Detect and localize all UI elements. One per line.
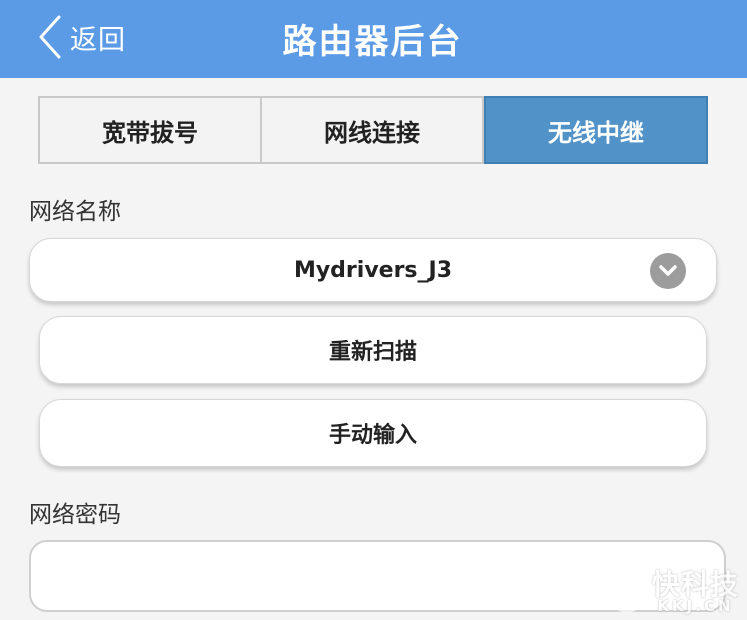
- network-name-select[interactable]: Mydrivers_J3: [29, 238, 717, 302]
- tab-broadband-dialup[interactable]: 宽带拔号: [40, 98, 262, 162]
- watermark-cn: 快科技: [651, 568, 739, 601]
- network-name-label: 网络名称: [29, 199, 121, 225]
- page-title: 路由器后台: [282, 22, 463, 62]
- rescan-button[interactable]: 重新扫描: [39, 316, 707, 384]
- manual-input-button[interactable]: 手动输入: [39, 399, 707, 467]
- tab-wireless-repeater[interactable]: 无线中继: [484, 96, 708, 164]
- watermark: 快科技 KKJ.CN: [606, 571, 739, 614]
- network-name-value: Mydrivers_J3: [293, 257, 453, 283]
- chevron-down-icon: [650, 253, 686, 289]
- tab-wired-connection[interactable]: 网线连接: [262, 98, 484, 162]
- network-password-label: 网络密码: [29, 502, 121, 528]
- bird-logo-icon: [607, 573, 647, 612]
- watermark-en: KKJ.CN: [657, 597, 734, 615]
- top-bar: 返回 路由器后台: [0, 0, 747, 78]
- connection-mode-tabs: 宽带拔号 网线连接 无线中继: [38, 96, 708, 164]
